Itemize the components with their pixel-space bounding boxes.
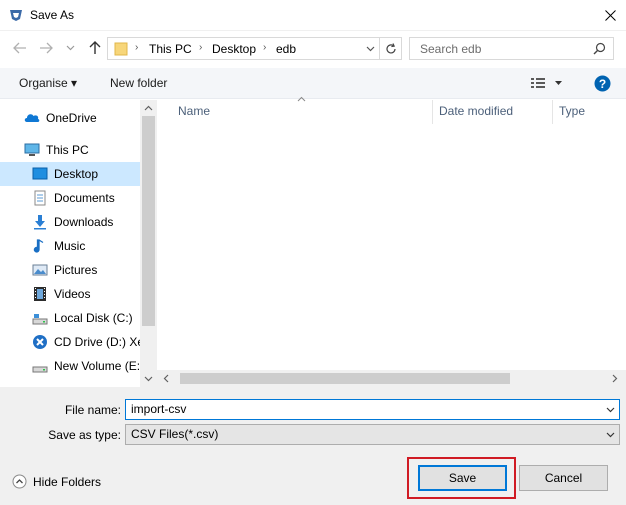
sidebar-item-downloads[interactable]: Downloads [0, 210, 140, 234]
sidebar-item-label: Music [54, 239, 86, 253]
close-icon [604, 9, 616, 21]
file-name-value: import-csv [131, 402, 187, 416]
organise-menu[interactable]: Organise ▾ [19, 76, 77, 90]
sidebar-item-label: Downloads [54, 215, 114, 229]
chevron-left-icon [163, 374, 169, 383]
new-folder-button[interactable]: New folder [110, 76, 167, 90]
column-header-date-modified[interactable]: Date modified [439, 104, 513, 118]
documents-icon [34, 190, 46, 206]
sidebar-item-videos[interactable]: Videos [0, 282, 140, 306]
sidebar-item-cd-drive-d[interactable]: CD Drive (D:) Xen [0, 330, 140, 354]
chevron-right-icon [612, 374, 618, 383]
chevron-down-icon [606, 407, 614, 413]
file-name-label: File name: [64, 403, 121, 417]
disk-icon [32, 366, 48, 373]
save-button[interactable]: Save [418, 465, 507, 491]
videos-icon [34, 287, 46, 301]
save-as-type-dropdown[interactable] [603, 428, 617, 442]
file-name-dropdown[interactable] [603, 403, 617, 417]
close-button[interactable] [596, 2, 624, 28]
recent-locations-button[interactable] [60, 38, 80, 58]
pictures-icon [32, 264, 48, 276]
sidebar-item-onedrive[interactable]: OneDrive [0, 106, 140, 130]
details-view-icon [531, 78, 562, 88]
sidebar-item-label: Videos [54, 287, 91, 301]
title-bar: Save As [0, 0, 626, 31]
help-icon: ? [594, 75, 611, 92]
file-list-scroll-thumb[interactable] [180, 373, 510, 384]
app-icon [8, 7, 24, 23]
sidebar-item-label: Local Disk (C:) [54, 311, 133, 325]
sidebar-item-label: Pictures [54, 263, 98, 277]
cancel-button[interactable]: Cancel [519, 465, 608, 491]
save-as-type-label: Save as type: [48, 428, 121, 442]
chevron-down-icon [366, 46, 374, 51]
sidebar-item-local-disk-c[interactable]: Local Disk (C:) [0, 306, 140, 330]
sidebar-item-documents[interactable]: Documents [0, 186, 140, 210]
back-button[interactable] [10, 38, 30, 58]
column-header-name[interactable]: Name [178, 104, 210, 118]
breadcrumb-separator: › [199, 42, 203, 53]
downloads-icon [34, 215, 46, 230]
save-as-type-select[interactable]: CSV Files(*.csv) [125, 424, 620, 445]
chevron-up-icon [144, 105, 153, 111]
disk-icon [32, 314, 48, 325]
help-button[interactable]: ? [594, 75, 611, 92]
cancel-button-label: Cancel [544, 471, 583, 485]
sidebar-item-label: OneDrive [46, 111, 97, 125]
refresh-icon [385, 42, 396, 53]
hide-folders-button[interactable]: Hide Folders [12, 474, 101, 489]
breadcrumb-edb[interactable]: edb [276, 42, 296, 56]
desktop-icon [32, 167, 48, 180]
breadcrumb-this-pc[interactable]: This PC [149, 42, 192, 56]
breadcrumb-separator: › [135, 42, 139, 53]
music-icon [33, 239, 44, 253]
view-options-button[interactable] [530, 76, 564, 90]
sidebar-item-label: CD Drive (D:) Xen [54, 335, 140, 349]
sort-ascending-icon [297, 96, 306, 102]
forward-button[interactable] [36, 38, 56, 58]
address-bar[interactable]: › This PC › Desktop › edb [107, 37, 380, 60]
sidebar-item-label: New Volume (E:) [54, 359, 140, 373]
arrow-up-icon [89, 41, 101, 54]
sidebar-item-pictures[interactable]: Pictures [0, 258, 140, 282]
sidebar-item-label: Documents [54, 191, 115, 205]
sidebar-item-label: Desktop [54, 167, 99, 181]
folder-icon [114, 41, 128, 56]
search-icon [593, 42, 606, 55]
sidebar-item-new-volume-e[interactable]: New Volume (E:) [0, 354, 140, 378]
column-header-type[interactable]: Type [559, 104, 585, 118]
file-name-input[interactable]: import-csv [125, 399, 620, 420]
file-list[interactable] [157, 100, 626, 387]
cd-drive-icon [33, 335, 47, 349]
arrow-right-icon [40, 42, 53, 54]
refresh-button[interactable] [380, 37, 402, 60]
breadcrumb-desktop[interactable]: Desktop [212, 42, 256, 56]
chevron-down-icon [66, 45, 74, 51]
save-button-label: Save [448, 471, 477, 485]
chevron-down-icon [144, 376, 153, 382]
arrow-left-icon [13, 42, 26, 54]
up-button[interactable] [85, 38, 105, 58]
sidebar-item-this-pc[interactable]: This PC [0, 138, 140, 162]
search-placeholder: Search edb [420, 42, 482, 56]
address-dropdown[interactable] [360, 38, 380, 59]
column-divider[interactable] [552, 100, 553, 124]
chevron-down-icon [606, 432, 614, 438]
pc-icon [24, 143, 40, 156]
search-input[interactable]: Search edb [409, 37, 614, 60]
breadcrumb-separator: › [263, 42, 267, 53]
svg-text:?: ? [599, 77, 606, 91]
navigation-pane-scroll-thumb[interactable] [142, 116, 155, 326]
column-divider[interactable] [432, 100, 433, 124]
sidebar-item-music[interactable]: Music [0, 234, 140, 258]
onedrive-icon [24, 114, 40, 122]
save-as-type-value: CSV Files(*.csv) [131, 427, 219, 441]
sidebar-item-desktop[interactable]: Desktop [0, 162, 140, 186]
window-title: Save As [30, 8, 75, 22]
chevron-up-circle-icon [12, 474, 27, 489]
navigation-pane: OneDrive This PC Desktop Documents Downl… [0, 100, 156, 387]
sidebar-item-label: This PC [46, 143, 89, 157]
hide-folders-label: Hide Folders [33, 474, 102, 489]
